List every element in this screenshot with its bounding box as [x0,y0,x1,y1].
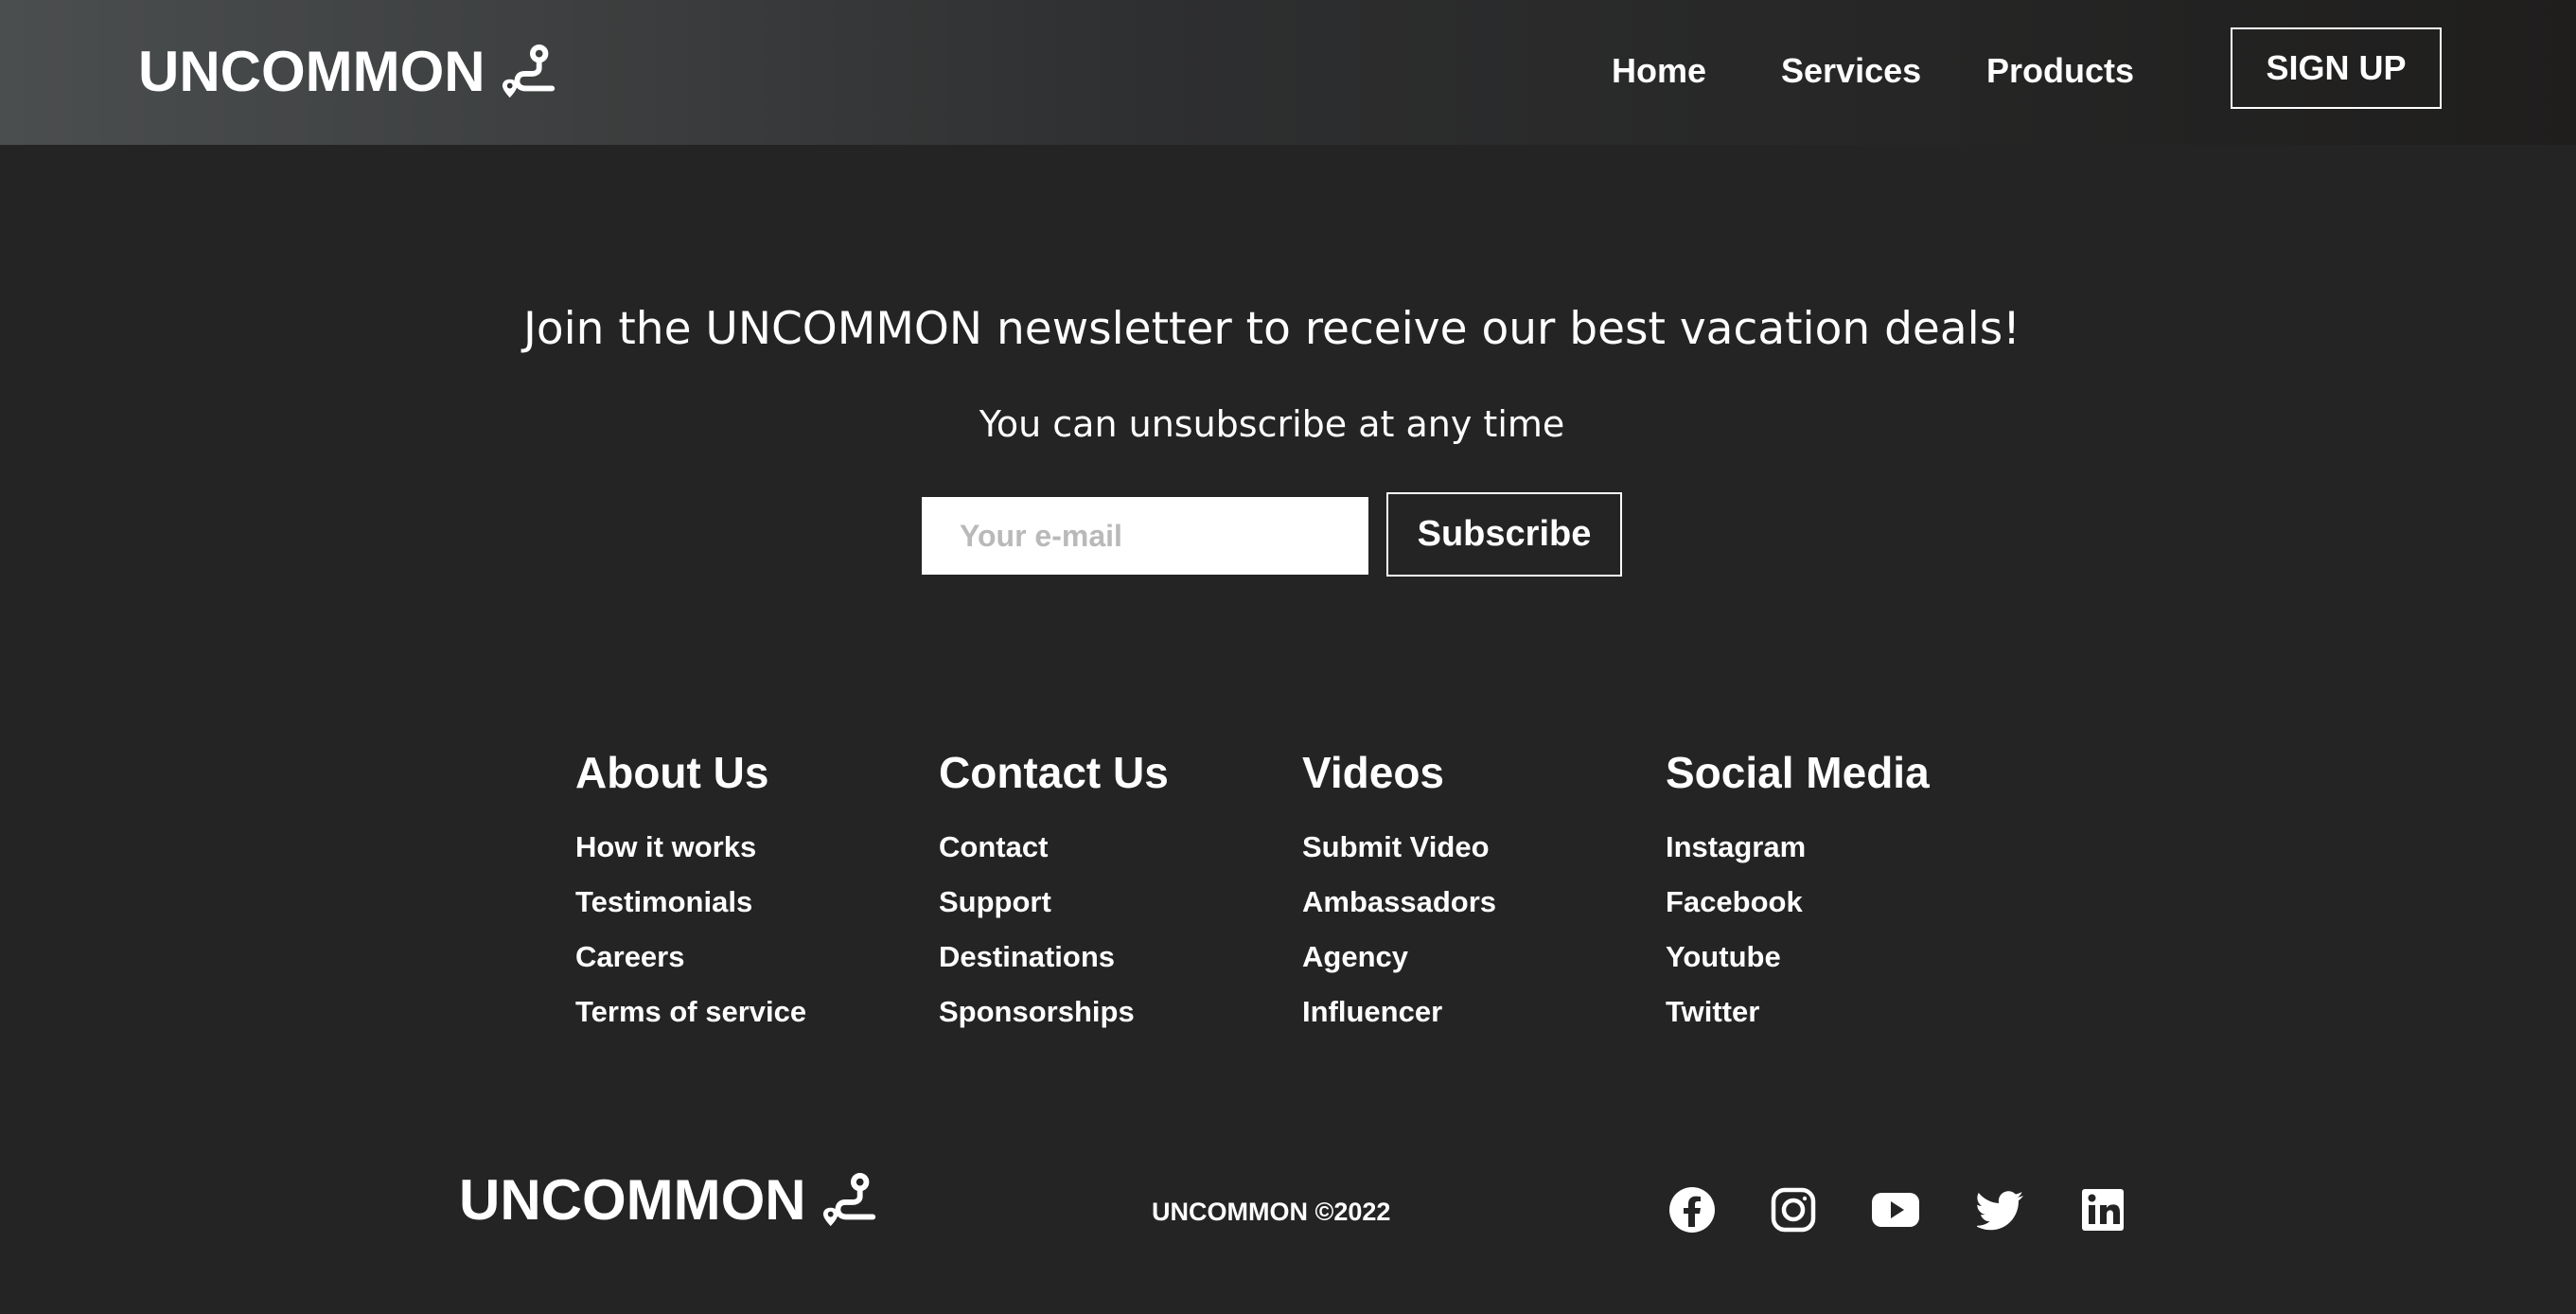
brand-name: UNCOMMON [138,40,485,103]
footer-link[interactable]: Testimonials [575,875,806,930]
nav-products[interactable]: Products [1986,47,2134,95]
footer-column-about: About Us How it works Testimonials Caree… [575,744,806,1039]
footer-link[interactable]: Instagram [1666,820,1930,875]
newsletter-title: Join the UNCOMMON newsletter to receive … [522,303,2021,355]
brand-logo[interactable]: UNCOMMON [138,34,559,110]
subscribe-button[interactable]: Subscribe [1386,492,1622,577]
footer-link[interactable]: Agency [1302,930,1496,985]
twitter-icon[interactable] [1977,1185,2026,1234]
footer-link[interactable]: Terms of service [575,985,806,1039]
linkedin-icon[interactable] [2078,1185,2127,1234]
footer-heading-about: About Us [575,748,769,797]
footer-link[interactable]: Contact [939,820,1169,875]
footer-link[interactable]: Careers [575,930,806,985]
sign-up-button[interactable]: SIGN UP [2231,27,2442,109]
route-icon [822,1172,875,1227]
footer-column-videos: Videos Submit Video Ambassadors Agency I… [1302,744,1496,1039]
footer-link[interactable]: Youtube [1666,930,1930,985]
route-icon [502,44,555,98]
footer-heading-contact: Contact Us [939,748,1169,797]
footer-link[interactable]: Influencer [1302,985,1496,1039]
footer-link[interactable]: Ambassadors [1302,875,1496,930]
footer-link[interactable]: Submit Video [1302,820,1496,875]
footer-logo[interactable]: UNCOMMON [459,1163,880,1238]
footer-column-social: Social Media Instagram Facebook Youtube … [1666,744,1930,1039]
youtube-icon[interactable] [1871,1185,1920,1234]
footer-link[interactable]: How it works [575,820,806,875]
copyright-text: UNCOMMON ©2022 [1152,1198,1391,1226]
facebook-icon[interactable] [1667,1185,1717,1234]
footer-link[interactable]: Twitter [1666,985,1930,1039]
newsletter-subtitle: You can unsubscribe at any time [979,403,1565,445]
footer-link[interactable]: Facebook [1666,875,1930,930]
footer-link[interactable]: Destinations [939,930,1169,985]
footer-link[interactable]: Sponsorships [939,985,1169,1039]
footer-brand-name: UNCOMMON [459,1168,806,1232]
email-input[interactable] [922,497,1368,575]
nav-services[interactable]: Services [1781,47,1921,95]
footer-column-contact: Contact Us Contact Support Destinations … [939,744,1169,1039]
footer-heading-videos: Videos [1302,748,1444,797]
nav-home[interactable]: Home [1612,47,1706,95]
footer-heading-social: Social Media [1666,748,1930,797]
footer-link[interactable]: Support [939,875,1169,930]
navbar: UNCOMMON Home Services Products SIGN UP [0,0,2576,145]
instagram-icon[interactable] [1769,1185,1818,1234]
